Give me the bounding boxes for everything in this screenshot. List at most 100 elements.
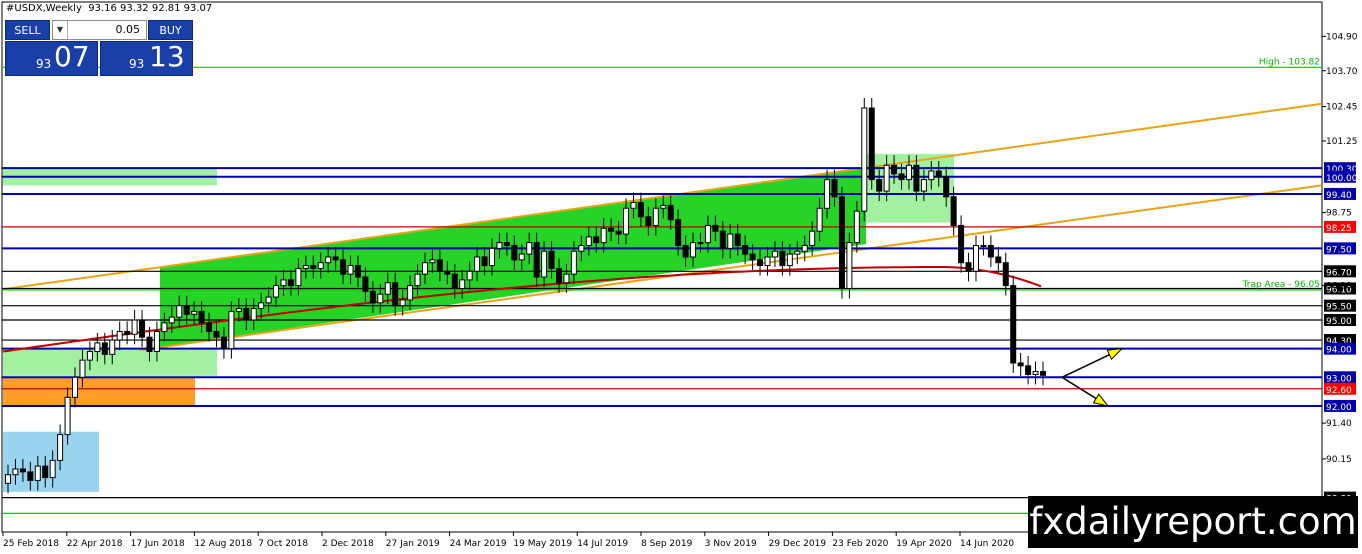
- candle-body: [935, 170, 942, 178]
- candle-body: [27, 471, 34, 481]
- candle-body: [1040, 371, 1046, 376]
- candle-body: [436, 259, 443, 272]
- candle-body: [213, 330, 220, 338]
- candle-body: [1017, 362, 1024, 367]
- candle-body: [94, 342, 101, 353]
- candle-body: [273, 285, 280, 298]
- candle-body: [19, 468, 26, 473]
- candle-body: [972, 245, 979, 272]
- candle-body: [451, 273, 458, 289]
- candle-body: [302, 265, 309, 269]
- candle-body: [861, 107, 868, 212]
- candle-body: [905, 164, 912, 181]
- candle-body: [384, 282, 391, 295]
- date-tick-label: 22 Apr 2018: [67, 539, 123, 549]
- candle-body: [168, 316, 175, 324]
- candle-body: [228, 310, 235, 350]
- buy-price-box[interactable]: 93 13: [100, 40, 193, 76]
- candle-body: [295, 267, 302, 287]
- candle-body: [615, 230, 622, 235]
- candle-body: [518, 253, 525, 261]
- candle-body: [392, 282, 399, 307]
- candle-body: [146, 336, 153, 353]
- candle-body: [585, 236, 592, 247]
- price-tag-label: 98.25: [1326, 224, 1352, 234]
- date-tick-label: 14 Jul 2019: [577, 539, 628, 549]
- price-tick-label: 104.90: [1326, 32, 1358, 42]
- candle-body: [831, 179, 838, 198]
- candle-body: [578, 245, 585, 252]
- level-label: High - 103.82: [1259, 57, 1320, 67]
- candle-body: [816, 207, 823, 232]
- one-click-trading-panel: SELL ▼ 0.05 BUY 93 07 93 13: [5, 20, 193, 76]
- price-tick-label: 98.75: [1326, 209, 1352, 219]
- candle-body: [250, 308, 257, 321]
- candle-body: [317, 262, 324, 269]
- candle-body: [987, 245, 994, 258]
- candle-body: [161, 322, 168, 332]
- buy-button[interactable]: BUY: [148, 20, 193, 40]
- date-tick-label: 27 Jan 2019: [386, 539, 440, 549]
- candle-body: [362, 276, 369, 292]
- candle-body: [853, 210, 860, 244]
- chevron-down-icon[interactable]: ▼: [53, 21, 68, 39]
- price-chart[interactable]: High - 103.82100.30100.0099.4098.2597.50…: [0, 0, 1362, 554]
- candle-body: [675, 219, 682, 247]
- date-tick-label: 19 May 2019: [513, 539, 572, 549]
- candle-body: [12, 468, 19, 476]
- candle-body: [474, 256, 481, 272]
- candle-body: [712, 224, 719, 232]
- lot-size-value[interactable]: 0.05: [116, 23, 141, 36]
- candle-body: [801, 245, 808, 252]
- candle-body: [481, 256, 488, 267]
- arrow-down-icon: [1092, 393, 1110, 407]
- sell-button[interactable]: SELL: [5, 20, 50, 40]
- candle-body: [600, 227, 607, 244]
- date-tick-label: 8 Sep 2019: [641, 539, 693, 549]
- candle-body: [206, 322, 213, 332]
- candle-body: [86, 351, 93, 361]
- candle-body: [928, 170, 935, 181]
- candle-body: [287, 279, 294, 287]
- candle-body: [369, 290, 376, 304]
- ohlc-values: 93.16 93.32 92.81 93.07: [88, 3, 213, 14]
- candle-body: [109, 339, 116, 355]
- candle-body: [354, 265, 361, 278]
- candle-body: [459, 279, 466, 289]
- candle-body: [690, 242, 697, 258]
- candle-body: [340, 259, 347, 275]
- candle-body: [496, 242, 503, 249]
- candle-body: [794, 250, 801, 255]
- candle-body: [764, 256, 771, 267]
- sell-price-small: 93: [36, 57, 52, 71]
- candle-body: [809, 230, 816, 247]
- candle-body: [623, 207, 630, 235]
- candle-body: [1010, 285, 1017, 364]
- candle-body: [749, 253, 756, 261]
- price-tag-label: 97.50: [1326, 245, 1352, 255]
- candle-body: [183, 305, 190, 315]
- candle-body: [771, 250, 778, 258]
- brand-watermark: fxdailyreport.com: [1028, 496, 1358, 548]
- candle-body: [57, 434, 64, 461]
- price-tag-label: 95.50: [1326, 303, 1352, 313]
- candle-body: [876, 179, 883, 192]
- candle-body: [64, 396, 71, 436]
- symbol-label: #USDX,Weekly: [6, 3, 82, 14]
- price-tick-label: 103.70: [1326, 67, 1358, 77]
- candle-body: [124, 330, 131, 335]
- date-tick-label: 14 Jun 2020: [960, 539, 1014, 549]
- candle-body: [779, 250, 786, 267]
- lot-size-spinner[interactable]: ▼ 0.05: [52, 20, 147, 40]
- zone-orange: [3, 377, 195, 406]
- candle-body: [980, 245, 987, 248]
- price-tag-label: 96.70: [1326, 268, 1352, 278]
- candle-body: [503, 242, 510, 247]
- candle-body: [742, 245, 749, 255]
- zone-lightgreen: [862, 153, 954, 223]
- date-tick-label: 25 Feb 2018: [3, 539, 59, 549]
- candle-body: [79, 359, 86, 378]
- arrow-up-icon: [1106, 348, 1124, 361]
- candle-body: [645, 216, 652, 226]
- sell-price-box[interactable]: 93 07: [5, 40, 98, 76]
